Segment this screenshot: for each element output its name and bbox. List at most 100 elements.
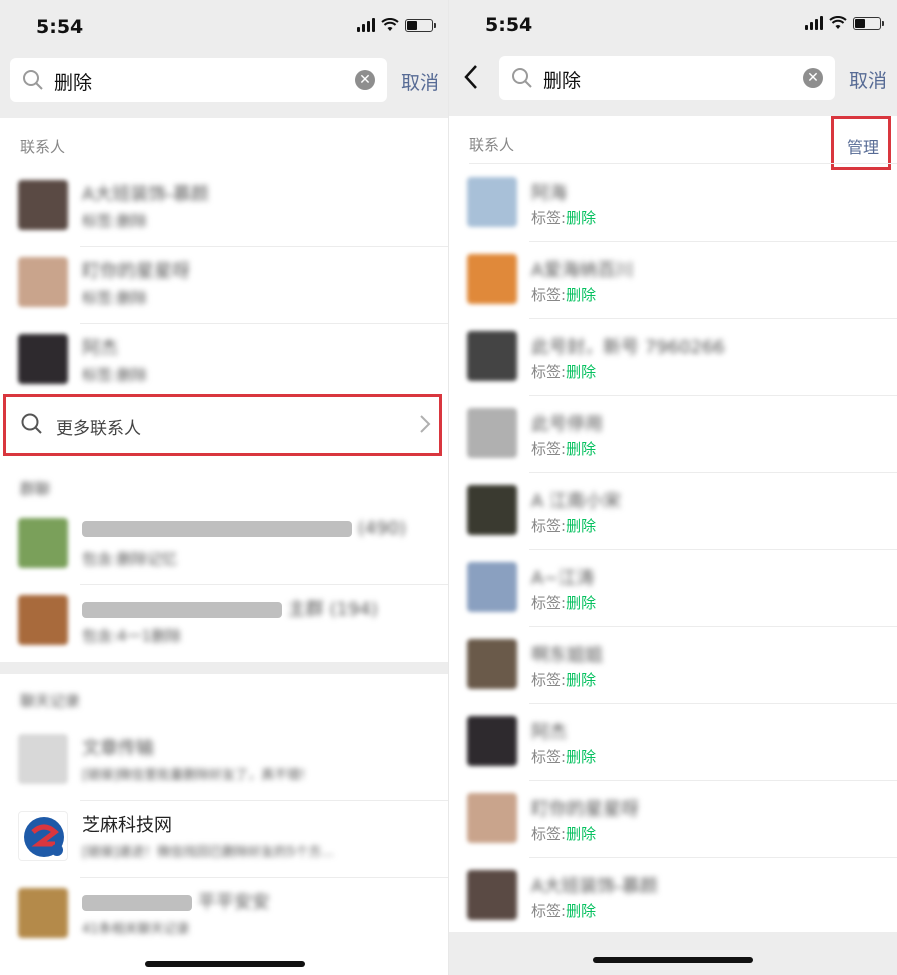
search-icon: [512, 68, 532, 88]
contact-row[interactable]: 盯你的星星呀 标签:删除: [449, 781, 897, 858]
chat-name: 芝麻科技网: [82, 815, 172, 836]
status-icons: [357, 18, 436, 32]
contact-row[interactable]: A~江涛 标签:删除: [449, 550, 897, 627]
group-sub: 包含:4一1删除: [82, 627, 182, 645]
contact-name: 阿杰: [531, 722, 567, 743]
contact-row[interactable]: 阿海 标签:删除: [449, 165, 897, 242]
clear-icon[interactable]: ✕: [803, 68, 823, 88]
contact-tag: 标签:删除: [531, 902, 597, 920]
chat-row[interactable]: 平平安安 41条相关聊天记录: [0, 878, 449, 955]
avatar: [18, 257, 68, 307]
contact-row[interactable]: 此号封，新号 7960266 标签:删除: [449, 319, 897, 396]
search-bar: 删除 ✕ 取消: [449, 50, 897, 116]
chats-section-label: 聊天记录: [20, 692, 81, 710]
avatar: [467, 639, 517, 689]
avatar: [18, 180, 68, 230]
cellular-signal-icon: [357, 18, 375, 32]
contacts-section-label: 联系人: [20, 138, 66, 156]
status-time: 5:54: [36, 16, 84, 38]
group-row[interactable]: 主群 (194) 包含:4一1删除: [0, 585, 449, 662]
home-indicator: [593, 957, 753, 963]
contact-row[interactable]: 盯你的星星呀 标签:删除: [0, 247, 449, 324]
contacts-section-label: 联系人: [469, 136, 515, 154]
contact-tag: 标签:删除: [531, 748, 597, 766]
contact-tag: 标签:删除: [531, 825, 597, 843]
avatar: [467, 716, 517, 766]
chat-snippet: [链接]微信里批量删除好友了，真不错!: [82, 768, 306, 783]
search-bar: 删除 ✕ 取消: [0, 52, 449, 118]
cancel-button[interactable]: 取消: [849, 66, 887, 93]
avatar: [467, 485, 517, 535]
avatar: [18, 888, 68, 938]
search-icon: [23, 70, 43, 90]
cancel-button[interactable]: 取消: [401, 68, 439, 95]
contact-name: 阿海: [531, 183, 567, 204]
group-name: 主群 (194): [82, 595, 378, 621]
contact-name: 阿杰: [82, 338, 118, 359]
avatar: [467, 254, 517, 304]
contact-tag: 标签:删除: [531, 440, 597, 458]
contact-row[interactable]: 此号停用 标签:删除: [449, 396, 897, 473]
search-query: 删除: [54, 72, 93, 94]
contact-tag: 标签:删除: [531, 517, 597, 535]
status-bar: 5:54: [449, 0, 897, 52]
contact-name: 盯你的星星呀: [82, 261, 190, 282]
contact-tag: 标签:删除: [531, 594, 597, 612]
contact-name: A 江南小宋: [531, 491, 622, 512]
chat-snippet: 41条相关聊天记录: [82, 922, 190, 937]
avatar: [18, 518, 68, 568]
bottom-bar: [449, 932, 897, 975]
battery-icon: [405, 18, 436, 32]
contact-name: 盯你的星星呀: [531, 799, 639, 820]
chat-row[interactable]: 芝麻科技网 [链接]速进！微信找回已删除好友的5个方...: [0, 801, 449, 878]
contact-tag: 标签:删除: [531, 671, 597, 689]
avatar: [18, 334, 68, 384]
contact-name: A爱海纳百川: [531, 260, 634, 281]
contact-row[interactable]: 阿杰 标签:删除: [0, 324, 449, 401]
group-name: (490): [82, 518, 406, 539]
avatar: [467, 331, 517, 381]
back-arrow-icon[interactable]: [463, 64, 479, 90]
highlight-box: [3, 394, 442, 456]
contact-row[interactable]: A大班装饰-慕颜 标签:删除: [449, 858, 897, 935]
contact-tag: 标签:删除: [531, 209, 597, 227]
status-time: 5:54: [485, 14, 533, 36]
search-input[interactable]: 删除 ✕: [499, 56, 835, 100]
contact-row[interactable]: 啊东姐姐 标签:删除: [449, 627, 897, 704]
contact-name: A大班装饰-慕颜: [82, 184, 209, 205]
left-screen: 5:54 删除 ✕ 取消 联系人 A大班装饰-慕颜 标签:删除 盯你的星星呀 标…: [0, 0, 449, 975]
search-query: 删除: [543, 70, 582, 92]
zhima-logo-icon: [24, 817, 64, 857]
chat-name: 平平安安: [82, 888, 270, 914]
avatar: [467, 408, 517, 458]
contact-name: 此号封，新号 7960266: [531, 337, 725, 358]
contact-row[interactable]: A爱海纳百川 标签:删除: [449, 242, 897, 319]
contact-row[interactable]: 阿杰 标签:删除: [449, 704, 897, 781]
contact-name: 啊东姐姐: [531, 645, 603, 666]
chat-row[interactable]: 文章传输 [链接]微信里批量删除好友了，真不错!: [0, 724, 449, 801]
clear-icon[interactable]: ✕: [355, 70, 375, 90]
contact-row[interactable]: A 江南小宋 标签:删除: [449, 473, 897, 550]
contact-tag: 标签:删除: [531, 286, 597, 304]
status-icons: [805, 16, 884, 30]
contact-tag: 标签:删除: [82, 212, 148, 230]
contact-name: 此号停用: [531, 414, 603, 435]
contact-row[interactable]: A大班装饰-慕颜 标签:删除: [0, 170, 449, 247]
screenshot-pair: 5:54 删除 ✕ 取消 联系人 A大班装饰-慕颜 标签:删除 盯你的星星呀 标…: [0, 0, 897, 975]
contact-name: A~江涛: [531, 568, 595, 589]
home-indicator: [144, 961, 305, 967]
wifi-icon: [381, 18, 399, 31]
search-input[interactable]: 删除 ✕: [10, 58, 387, 102]
status-bar: 5:54: [0, 0, 449, 52]
groups-section-label: 群聊: [20, 480, 51, 498]
contact-name: A大班装饰-慕颜: [531, 876, 658, 897]
contact-tag: 标签:删除: [82, 366, 148, 384]
avatar: [18, 734, 68, 784]
group-row[interactable]: (490) 包含:删除记忆: [0, 508, 449, 585]
battery-icon: [853, 16, 884, 30]
avatar: [467, 793, 517, 843]
contact-tag: 标签:删除: [531, 363, 597, 381]
section-gap: [0, 662, 449, 674]
group-sub: 包含:删除记忆: [82, 550, 178, 568]
highlight-box: [831, 116, 891, 170]
